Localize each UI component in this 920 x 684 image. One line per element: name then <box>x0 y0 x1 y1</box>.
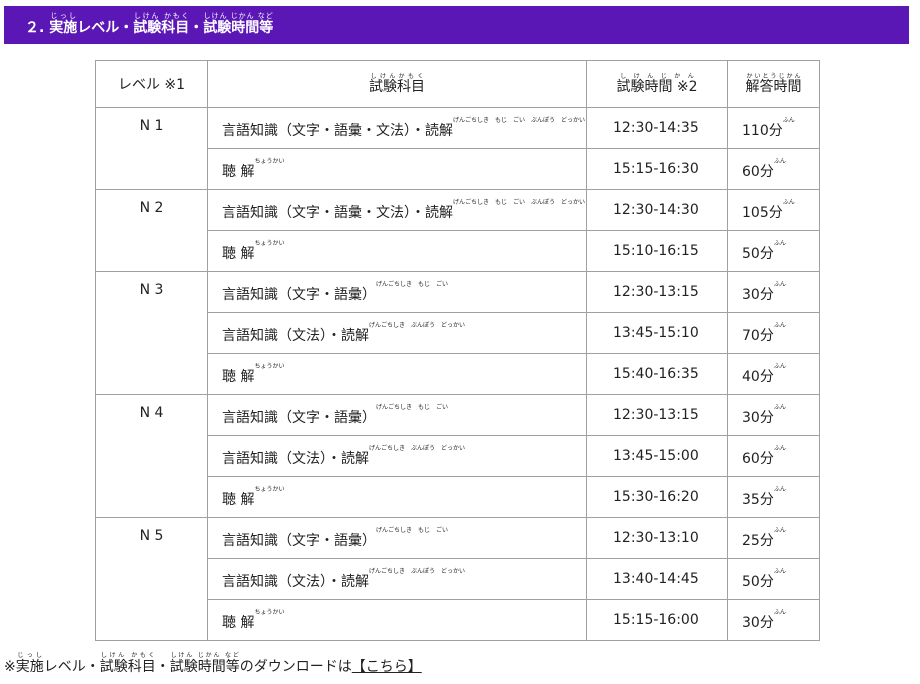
section-header: ２. 実施じっしレベル・試験科目しけん かもく・試験時間等しけん じかん など <box>4 6 909 44</box>
duration-cell: 105分ふん <box>727 189 820 231</box>
subject-cell: 聴 解ちょうかい <box>207 476 587 518</box>
note-prefix: ※ <box>4 659 16 675</box>
level-cell: N 1 <box>95 107 208 190</box>
time-cell: 15:10-16:15 <box>586 230 728 272</box>
time-cell: 13:40-14:45 <box>586 558 728 600</box>
duration-cell: 40分ふん <box>727 353 820 395</box>
table-row: N 3 言語知識（文字・語彙）げんごちしき もじ ごい 12:30-13:15 30分… <box>95 271 820 395</box>
time-cell: 15:15-16:00 <box>586 599 728 641</box>
level-cell: N 4 <box>95 394 208 518</box>
subject-cell: 聴 解ちょうかい <box>207 230 587 272</box>
subject-cell: 言語知識（文法）・読解げんごちしき ぶんぽう どっかい <box>207 558 587 600</box>
subject-cell: 言語知識（文字・語彙・文法）・読解げんごちしき もじ ごい ぶんぽう どっかい <box>207 107 587 149</box>
time-cell: 12:30-14:30 <box>586 189 728 231</box>
header-level: レベル ※1 <box>95 60 208 108</box>
level-cell: N 2 <box>95 189 208 272</box>
subject-cell: 聴 解ちょうかい <box>207 599 587 641</box>
duration-cell: 50分ふん <box>727 230 820 272</box>
duration-cell: 30分ふん <box>727 394 820 436</box>
duration-cell: 60分ふん <box>727 148 820 190</box>
section-title-text: 実施じっしレベル・試験科目しけん かもく・試験時間等しけん じかん など <box>49 12 274 36</box>
duration-cell: 50分ふん <box>727 558 820 600</box>
duration-cell: 110分ふん <box>727 107 820 149</box>
time-cell: 12:30-14:35 <box>586 107 728 149</box>
level-cell: N 5 <box>95 517 208 641</box>
table-row: N 5 言語知識（文字・語彙）げんごちしき もじ ごい 12:30-13:10 25分… <box>95 517 820 641</box>
time-cell: 12:30-13:15 <box>586 271 728 313</box>
duration-cell: 30分ふん <box>727 599 820 641</box>
download-note: ※実施じっしレベル・試験科目しけん かもく・試験時間等しけん じかん などのダウ… <box>4 652 422 676</box>
header-time: 試験時間 ※2しけんじかん <box>586 60 728 108</box>
section-number: ２. <box>25 20 45 36</box>
table-row: N 4 言語知識（文字・語彙）げんごちしき もじ ごい 12:30-13:15 30分… <box>95 394 820 518</box>
header-duration: 解答時間かいとうじかん <box>727 60 820 108</box>
time-cell: 12:30-13:10 <box>586 517 728 559</box>
table-header-row: レベル ※1 試験科目しけんかもく 試験時間 ※2しけんじかん 解答時間かいとう… <box>95 60 820 108</box>
subject-cell: 言語知識（文字・語彙）げんごちしき もじ ごい <box>207 517 587 559</box>
level-cell: N 3 <box>95 271 208 395</box>
exam-schedule-table: レベル ※1 試験科目しけんかもく 試験時間 ※2しけんじかん 解答時間かいとう… <box>95 60 820 641</box>
time-cell: 15:30-16:20 <box>586 476 728 518</box>
duration-cell: 60分ふん <box>727 435 820 477</box>
subject-cell: 聴 解ちょうかい <box>207 148 587 190</box>
time-cell: 13:45-15:00 <box>586 435 728 477</box>
subject-cell: 言語知識（文法）・読解げんごちしき ぶんぽう どっかい <box>207 435 587 477</box>
duration-cell: 30分ふん <box>727 271 820 313</box>
note-text: 実施じっしレベル・試験科目しけん かもく・試験時間等しけん じかん などのダウン… <box>15 652 352 676</box>
download-link[interactable]: 【こちら】 <box>352 659 422 675</box>
subject-cell: 聴 解ちょうかい <box>207 353 587 395</box>
header-subject: 試験科目しけんかもく <box>207 60 587 108</box>
table-row: N 1 言語知識（文字・語彙・文法）・読解げんごちしき もじ ごい ぶんぽう どっ… <box>95 107 820 190</box>
duration-cell: 25分ふん <box>727 517 820 559</box>
subject-cell: 言語知識（文字・語彙）げんごちしき もじ ごい <box>207 394 587 436</box>
subject-cell: 言語知識（文法）・読解げんごちしき ぶんぽう どっかい <box>207 312 587 354</box>
time-cell: 15:40-16:35 <box>586 353 728 395</box>
duration-cell: 35分ふん <box>727 476 820 518</box>
subject-cell: 言語知識（文字・語彙・文法）・読解げんごちしき もじ ごい ぶんぽう どっかい <box>207 189 587 231</box>
time-cell: 15:15-16:30 <box>586 148 728 190</box>
table-row: N 2 言語知識（文字・語彙・文法）・読解げんごちしき もじ ごい ぶんぽう どっ… <box>95 189 820 272</box>
time-cell: 12:30-13:15 <box>586 394 728 436</box>
duration-cell: 70分ふん <box>727 312 820 354</box>
section-title: ２. 実施じっしレベル・試験科目しけん かもく・試験時間等しけん じかん など <box>25 12 273 44</box>
table-body: N 1 言語知識（文字・語彙・文法）・読解げんごちしき もじ ごい ぶんぽう どっ… <box>95 107 820 641</box>
subject-cell: 言語知識（文字・語彙）げんごちしき もじ ごい <box>207 271 587 313</box>
time-cell: 13:45-15:10 <box>586 312 728 354</box>
